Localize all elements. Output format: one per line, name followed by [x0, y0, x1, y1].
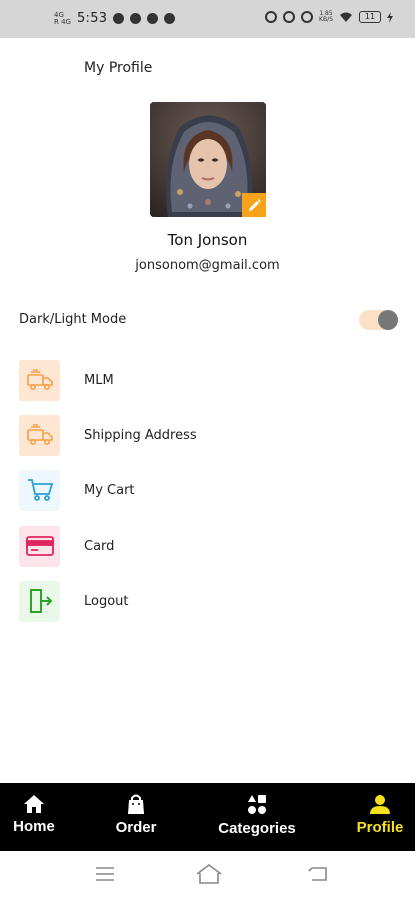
alarm-icon	[265, 11, 277, 23]
wifi-icon	[340, 12, 352, 22]
menu-item-logout[interactable]: Logout	[19, 580, 399, 622]
cart-icon	[19, 469, 60, 511]
person-icon	[370, 795, 390, 814]
nav-order[interactable]: Order	[109, 783, 163, 851]
delivery-truck-icon	[19, 359, 60, 401]
nav-categories[interactable]: Categories	[211, 783, 303, 851]
menu-item-shipping-address[interactable]: Shipping Address	[19, 414, 399, 456]
volte-icon	[301, 11, 313, 23]
user-email: jonsonom@gmail.com	[135, 258, 280, 273]
notification-icon	[147, 13, 159, 24]
page-title: My Profile	[84, 60, 153, 76]
network-indicator: 4G R 4G	[54, 10, 71, 26]
profile-photo[interactable]	[150, 102, 266, 217]
nav-label: Categories	[218, 820, 296, 837]
menu-item-mlm[interactable]: MLM	[19, 359, 399, 401]
menu-item-card[interactable]: Card	[19, 525, 399, 567]
menu-icon[interactable]	[95, 865, 115, 883]
home-button-icon[interactable]	[195, 863, 223, 885]
back-icon[interactable]	[307, 865, 329, 883]
status-bar: 4G R 4G 5:53 1.85 KB/S 11	[0, 0, 415, 38]
toggle-knob	[378, 310, 398, 330]
system-navigation-bar	[0, 851, 415, 900]
nav-home[interactable]: Home	[8, 783, 60, 851]
nav-label: Home	[13, 818, 55, 835]
notification-icon	[113, 13, 125, 24]
bottom-navigation: Home Order Categories Profile	[0, 783, 415, 851]
dark-light-mode-toggle[interactable]	[359, 310, 398, 330]
notification-icon	[164, 13, 176, 24]
menu-item-label: Card	[84, 538, 115, 554]
nav-label: Profile	[356, 819, 404, 836]
nav-profile[interactable]: Profile	[352, 783, 408, 851]
status-bar-right: 1.85 KB/S 11	[265, 11, 393, 23]
logout-icon	[19, 580, 60, 622]
credit-card-icon	[19, 525, 60, 567]
charging-icon	[387, 11, 393, 23]
notification-icon	[130, 13, 142, 24]
home-icon	[24, 795, 44, 813]
categories-icon	[248, 795, 266, 814]
menu-item-label: Logout	[84, 593, 129, 609]
dark-light-mode-label: Dark/Light Mode	[19, 312, 127, 327]
battery-indicator: 11	[359, 11, 381, 23]
menu-item-label: MLM	[84, 372, 114, 388]
network-speed: 1.85 KB/S	[319, 10, 333, 23]
status-bar-left: 4G R 4G 5:53	[54, 10, 176, 26]
nav-label: Order	[115, 819, 157, 836]
menu-item-my-cart[interactable]: My Cart	[19, 469, 399, 511]
edit-photo-button[interactable]	[242, 193, 266, 217]
menu-item-label: Shipping Address	[84, 427, 197, 443]
shopping-bag-icon	[128, 794, 144, 814]
delivery-truck-icon	[19, 414, 60, 456]
clock: 5:53	[76, 11, 108, 26]
menu-item-label: My Cart	[84, 482, 135, 498]
user-name: Ton Jonson	[167, 231, 248, 249]
pencil-icon	[248, 198, 261, 211]
eye-icon	[283, 11, 295, 23]
